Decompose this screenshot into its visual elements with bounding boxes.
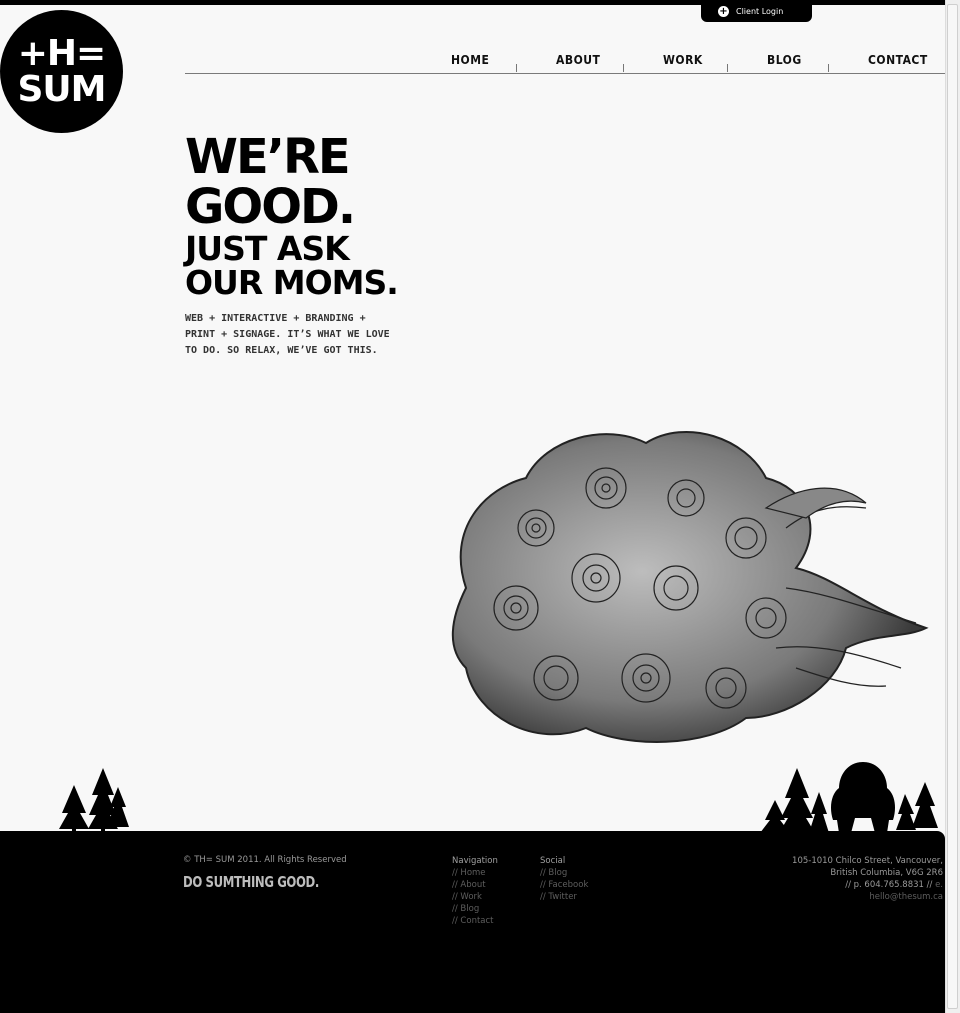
hero-headline: WE’RE GOOD. JUST ASK OUR MOMS. — [185, 129, 399, 302]
address-email-prefix: e. — [935, 880, 943, 890]
footer-copyright: © TH= SUM 2011. All Rights Reserved — [183, 855, 347, 865]
nav-separator — [727, 64, 728, 72]
nav-separator — [516, 64, 517, 72]
footer-email-link[interactable]: hello@thesum.ca — [792, 891, 943, 903]
address-line-2: British Columbia, V6G 2R6 — [830, 868, 943, 878]
footer-social-title: Social — [540, 856, 566, 866]
pine-trees-left — [59, 768, 129, 833]
nav-work[interactable]: WORK — [663, 53, 703, 67]
hero-tagline: WEB + INTERACTIVE + BRANDING + PRINT + S… — [185, 313, 390, 356]
main-nav: HOME ABOUT WORK BLOG CONTACT — [185, 50, 945, 74]
nav-home[interactable]: HOME — [451, 53, 489, 67]
footer-navigation-title: Navigation — [452, 856, 498, 866]
client-login-label: Client Login — [736, 6, 784, 16]
headline-line-4: OUR MOMS. — [185, 263, 399, 302]
footer-navigation-column: Navigation // Home // About // Work // B… — [452, 855, 498, 927]
footer-social-blog[interactable]: // Blog — [540, 867, 588, 879]
address-line-3: // p. 604.765.8831 // e. — [792, 879, 943, 891]
top-bar — [0, 0, 960, 5]
logo-line-1: +H= — [17, 33, 106, 74]
headline-line-2: GOOD. — [185, 179, 356, 235]
footer-slogan: DO SUMTHING GOOD. — [183, 873, 319, 891]
client-login-button[interactable]: + Client Login — [701, 0, 812, 22]
footer-link-home[interactable]: // Home — [452, 867, 498, 879]
footer-link-about[interactable]: // About — [452, 879, 498, 891]
address-phone: // p. 604.765.8831 // — [845, 880, 933, 890]
sasquatch-and-trees-right — [760, 762, 938, 833]
headline-line-3: JUST ASK — [185, 229, 350, 268]
page-scrollbar[interactable] — [945, 0, 960, 1013]
footer-address: 105-1010 Chilco Street, Vancouver, Briti… — [792, 855, 943, 903]
footer-link-blog[interactable]: // Blog — [452, 903, 498, 915]
nav-contact[interactable]: CONTACT — [868, 53, 928, 67]
footer-link-contact[interactable]: // Contact — [452, 915, 498, 927]
nav-separator — [828, 64, 829, 72]
footer-link-work[interactable]: // Work — [452, 891, 498, 903]
footer-social-column: Social // Blog // Facebook // Twitter — [540, 855, 588, 903]
swirl-cloud-illustration — [451, 430, 929, 743]
logo-line-2: SUM — [17, 69, 107, 110]
plus-circle-icon: + — [718, 5, 729, 17]
nav-blog[interactable]: BLOG — [767, 53, 802, 67]
footer-social-facebook[interactable]: // Facebook — [540, 879, 588, 891]
address-line-1: 105-1010 Chilco Street, Vancouver, — [792, 856, 943, 866]
headline-line-1: WE’RE — [185, 129, 351, 185]
logo[interactable]: +H= SUM — [0, 10, 123, 133]
scrollbar-thumb[interactable] — [947, 4, 958, 1009]
nav-about[interactable]: ABOUT — [556, 53, 600, 67]
footer-social-twitter[interactable]: // Twitter — [540, 891, 588, 903]
nav-separator — [623, 64, 624, 72]
